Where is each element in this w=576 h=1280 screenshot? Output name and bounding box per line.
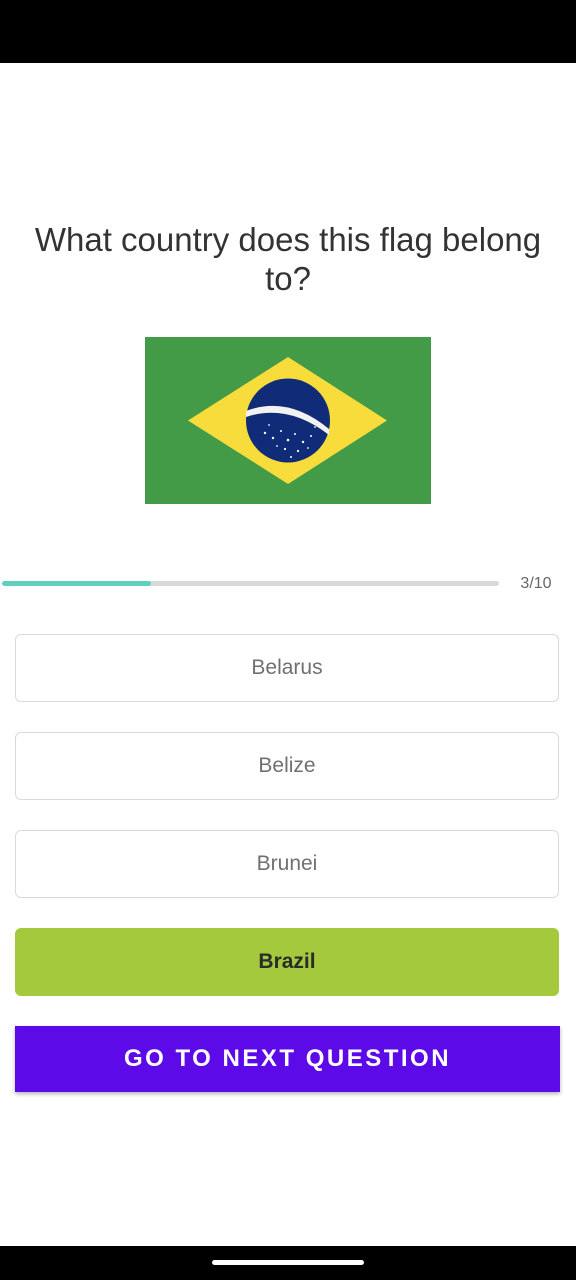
status-bar (0, 0, 576, 63)
progress-bar-fill (2, 581, 152, 586)
question-text: What country does this flag belong to? (34, 221, 542, 297)
progress-counter: 3/10 (520, 575, 552, 592)
progress-bar (2, 581, 499, 586)
navigation-bar (0, 1246, 576, 1280)
answer-option-brazil-correct[interactable]: Brazil (15, 928, 559, 996)
answer-option-brunei[interactable]: Brunei (15, 830, 559, 898)
home-indicator[interactable] (212, 1260, 364, 1265)
brazil-flag-icon (145, 337, 431, 504)
answer-option-belize[interactable]: Belize (15, 732, 559, 800)
answer-option-belarus[interactable]: Belarus (15, 634, 559, 702)
next-question-button[interactable]: GO TO NEXT QUESTION (15, 1026, 560, 1092)
